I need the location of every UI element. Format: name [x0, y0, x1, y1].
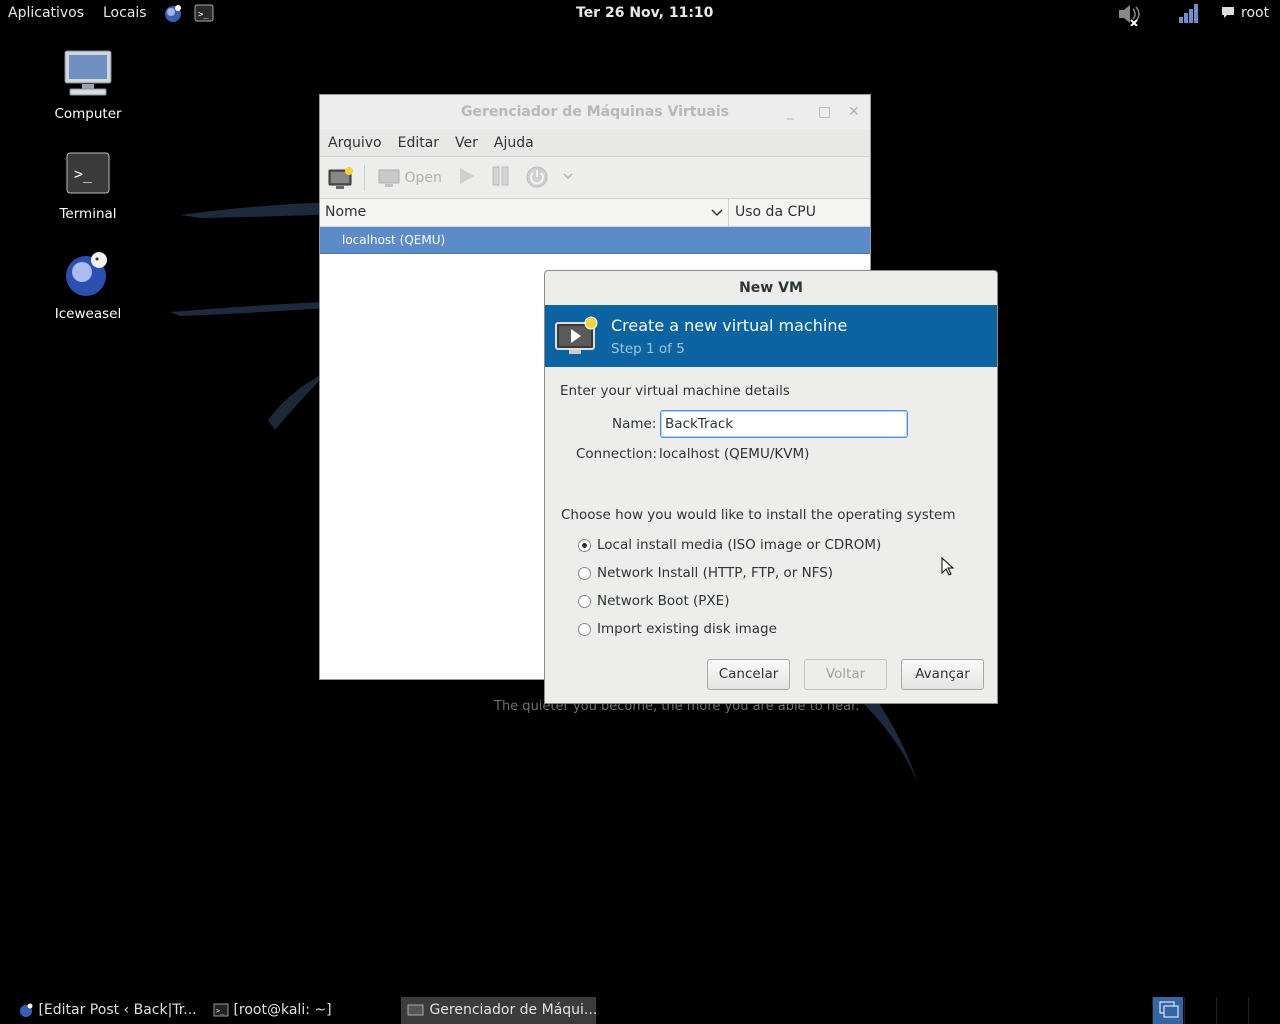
dialog-banner: Create a new virtual machine Step 1 of 5 — [545, 305, 997, 367]
forward-button[interactable]: Avançar — [901, 659, 984, 690]
radio-network-install[interactable] — [578, 567, 591, 580]
mouse-pointer-icon — [941, 556, 955, 581]
name-input[interactable] — [660, 410, 908, 438]
name-label: Name: — [612, 416, 657, 432]
menu-editar[interactable]: Editar — [390, 129, 447, 157]
workspace-4[interactable] — [1248, 997, 1279, 1024]
connection-row[interactable]: localhost (QEMU) — [320, 227, 870, 254]
svg-text:>_: >_ — [198, 10, 209, 20]
option-local-install[interactable]: Local install media (ISO image or CDROM) — [597, 537, 881, 553]
menu-arquivo[interactable]: Arquivo — [320, 129, 390, 157]
banner-title: Create a new virtual machine — [611, 316, 848, 335]
menu-ver[interactable]: Ver — [447, 129, 486, 157]
workspace-1[interactable] — [1152, 997, 1183, 1024]
open-vm-button[interactable]: Open — [378, 166, 442, 190]
back-button[interactable]: Voltar — [804, 659, 887, 690]
desktop-icon-label: Computer — [54, 106, 122, 122]
new-vm-dialog: New VM Create a new virtual machine Step… — [544, 270, 998, 704]
vmm-titlebar[interactable]: Gerenciador de Máquinas Virtuais _ □ ✕ — [320, 95, 870, 129]
maximize-icon[interactable]: □ — [818, 95, 831, 129]
network-signal-icon[interactable] — [1178, 2, 1198, 23]
task-label: [root@kali: ~] — [233, 1002, 332, 1018]
shutdown-icon[interactable] — [526, 166, 548, 190]
banner-step: Step 1 of 5 — [611, 341, 685, 357]
bottom-taskbar: [Editar Post ‹ Back|Tr... >_ [root@kali:… — [0, 997, 1280, 1024]
task-label: [Editar Post ‹ Back|Tr... — [38, 1002, 197, 1018]
column-name-header[interactable]: Nome — [325, 204, 366, 220]
iceweasel-launcher-icon[interactable] — [163, 3, 183, 23]
vmm-toolbar: Open — [320, 157, 870, 199]
terminal-icon: >_ — [62, 148, 114, 200]
computer-icon — [62, 48, 114, 100]
terminal-icon: >_ — [213, 1003, 229, 1017]
task-label: Gerenciador de Máqui... — [429, 1002, 598, 1018]
open-label: Open — [404, 170, 442, 186]
clock[interactable]: Ter 26 Nov, 11:10 — [576, 5, 713, 21]
workspace-3[interactable] — [1216, 997, 1247, 1024]
svg-text:>_: >_ — [216, 1007, 225, 1015]
new-vm-icon[interactable] — [328, 166, 354, 190]
task-root-terminal[interactable]: >_ [root@kali: ~] — [213, 997, 393, 1024]
desktop-icon-iceweasel[interactable]: Iceweasel — [38, 248, 138, 322]
close-icon[interactable]: ✕ — [848, 95, 860, 129]
workspace-2[interactable] — [1184, 997, 1215, 1024]
radio-network-boot[interactable] — [578, 595, 591, 608]
pause-icon[interactable] — [491, 166, 511, 190]
radio-import-disk[interactable] — [578, 623, 591, 636]
connection-value: localhost (QEMU/KVM) — [659, 446, 810, 462]
vmm-column-headers: Nome Uso da CPU — [320, 199, 870, 227]
chevron-down-icon[interactable] — [562, 166, 574, 190]
radio-local-install[interactable] — [578, 539, 591, 552]
applications-menu[interactable]: Aplicativos — [8, 5, 84, 21]
install-heading: Choose how you would like to install the… — [561, 507, 956, 523]
minimize-icon[interactable]: _ — [787, 95, 794, 129]
top-panel: Aplicativos Locais >_ Ter 26 Nov, 11:10 … — [0, 0, 1280, 28]
column-dropdown-icon[interactable] — [710, 202, 724, 226]
run-icon[interactable] — [456, 166, 476, 190]
task-vm-manager[interactable]: Gerenciador de Máqui... — [401, 997, 598, 1024]
new-vm-icon — [555, 315, 599, 355]
vmm-menubar: Arquivo Editar Ver Ajuda — [320, 129, 870, 157]
iceweasel-icon — [62, 248, 114, 300]
terminal-launcher-icon[interactable]: >_ — [194, 3, 214, 23]
svg-text:>_: >_ — [74, 165, 93, 183]
desktop-icon-label: Iceweasel — [54, 306, 122, 322]
iceweasel-icon — [20, 1003, 33, 1017]
cancel-button[interactable]: Cancelar — [707, 659, 790, 690]
task-editar-post[interactable]: [Editar Post ‹ Back|Tr... — [18, 997, 198, 1024]
details-heading: Enter your virtual machine details — [560, 383, 790, 399]
volume-muted-icon[interactable] — [1117, 2, 1140, 27]
menu-ajuda[interactable]: Ajuda — [486, 129, 542, 157]
desktop-icon-label: Terminal — [59, 206, 117, 222]
places-menu[interactable]: Locais — [103, 5, 147, 21]
vm-manager-icon — [407, 1004, 424, 1016]
desktop-icon-computer[interactable]: Computer — [38, 48, 138, 122]
option-import-disk[interactable]: Import existing disk image — [597, 621, 777, 637]
connection-label: Connection: — [576, 446, 657, 462]
vmm-window-title: Gerenciador de Máquinas Virtuais — [460, 104, 730, 120]
option-network-boot[interactable]: Network Boot (PXE) — [597, 593, 729, 609]
user-menu[interactable]: root — [1241, 5, 1269, 21]
dialog-title[interactable]: New VM — [545, 271, 997, 305]
chat-icon[interactable] — [1221, 5, 1241, 25]
monitor-icon — [378, 169, 400, 187]
desktop-icon-terminal[interactable]: >_ Terminal — [38, 148, 138, 222]
option-network-install[interactable]: Network Install (HTTP, FTP, or NFS) — [597, 565, 833, 581]
column-cpu-header[interactable]: Uso da CPU — [735, 204, 816, 220]
